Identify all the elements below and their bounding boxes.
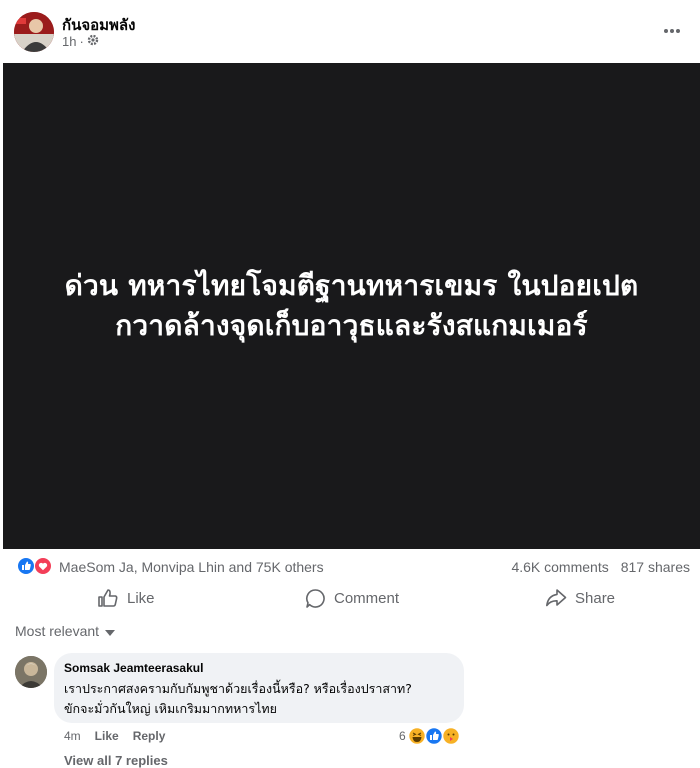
page-avatar[interactable] [14, 12, 54, 52]
like-label: Like [127, 589, 155, 607]
post-meta: 1h · [62, 34, 99, 49]
comment-button[interactable]: Comment [305, 583, 399, 613]
post-time[interactable]: 1h [62, 34, 76, 49]
chevron-down-icon [105, 623, 116, 639]
reaction-icons[interactable] [17, 557, 53, 575]
share-button[interactable]: Share [545, 583, 615, 613]
share-label: Share [575, 589, 616, 607]
post-header: กันจอมพลัง 1h · [0, 0, 700, 63]
comment-text-line-1: เราประกาศสงครามกับกัมพูชาด้วยเรื่องนี้หร… [64, 681, 412, 696]
post-stats: MaeSom Ja, Monvipa Lhin and 75K others 4… [0, 549, 700, 585]
shares-count[interactable]: 817 shares [621, 559, 690, 575]
comment-time[interactable]: 4m [64, 729, 81, 743]
sort-label: Most relevant [15, 623, 100, 639]
comment-reactions[interactable]: 6 [399, 727, 461, 745]
like-reaction-icon [424, 727, 443, 745]
commenter-avatar[interactable] [15, 656, 47, 688]
meta-separator: · [79, 34, 84, 49]
like-reaction-icon [17, 557, 35, 575]
gear-icon[interactable] [87, 34, 99, 49]
comment-bubble: Somsak Jeamteerasakul เราประกาศสงครามกับ… [54, 653, 464, 723]
share-icon [545, 588, 567, 608]
comment-icon [305, 588, 326, 609]
more-dots-icon [663, 21, 681, 39]
haha-reaction-icon [407, 727, 426, 745]
comment-like-button[interactable]: Like [95, 729, 119, 743]
comment-label: Comment [334, 589, 400, 607]
view-replies-link[interactable]: View all 7 replies [64, 753, 168, 768]
comments-count[interactable]: 4.6K comments [511, 559, 608, 575]
love-reaction-icon [34, 557, 52, 575]
headline-line-1: ด่วน ทหารไทยโจมตีฐานทหารเขมร ในปอยเปต [64, 269, 639, 302]
engagement-counts: 4.6K comments 817 shares [511, 559, 690, 575]
headline-line-2: กวาดล้างจุดเก็บอาวุธและรังสแกมเมอร์ [115, 309, 588, 342]
care-reaction-icon [441, 727, 460, 745]
comment-text-line-2: ขักจะมั่วกันใหญ่ เหิมเกริมมากทหารไทย [64, 701, 277, 716]
post-image[interactable]: ด่วน ทหารไทยโจมตีฐานทหารเขมร ในปอยเปต กว… [3, 63, 700, 549]
comments-sort-dropdown[interactable]: Most relevant [15, 623, 116, 639]
thumbs-up-icon [97, 588, 119, 608]
more-options-button[interactable] [660, 18, 684, 42]
comment-author[interactable]: Somsak Jeamteerasakul [64, 661, 203, 675]
comment-footer: 4m Like Reply [64, 729, 165, 743]
comment-reaction-count: 6 [399, 729, 406, 743]
like-button[interactable]: Like [97, 583, 155, 613]
comment-reply-button[interactable]: Reply [133, 729, 166, 743]
reactors-text[interactable]: MaeSom Ja, Monvipa Lhin and 75K others [59, 559, 324, 575]
post-actions: Like Comment Share [0, 583, 700, 613]
